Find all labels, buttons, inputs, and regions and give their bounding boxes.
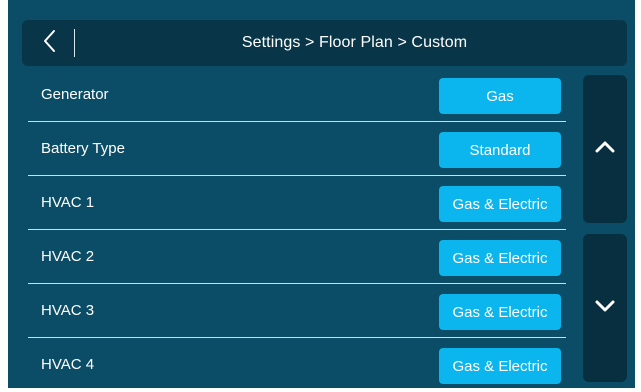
setting-label: HVAC 4 — [41, 356, 95, 373]
setting-label: Generator — [41, 86, 109, 103]
generator-value-button[interactable]: Gas — [439, 78, 561, 114]
hvac-2-value-button[interactable]: Gas & Electric — [439, 240, 561, 276]
setting-label: Battery Type — [41, 140, 125, 157]
list-item-hvac-3: HVAC 3 Gas & Electric — [28, 284, 566, 338]
breadcrumb: Settings > Floor Plan > Custom — [241, 34, 468, 51]
chevron-up-icon — [595, 140, 615, 158]
header-divider — [74, 29, 75, 57]
setting-label: HVAC 2 — [41, 248, 95, 265]
hvac-1-value-button[interactable]: Gas & Electric — [439, 186, 561, 222]
list-item-battery-type: Battery Type Standard — [28, 122, 566, 176]
settings-list: Generator Gas Battery Type Standard HVAC… — [28, 68, 566, 392]
hvac-4-value-button[interactable]: Gas & Electric — [439, 348, 561, 384]
back-button[interactable] — [22, 20, 78, 66]
setting-label: HVAC 1 — [41, 194, 95, 211]
list-item-hvac-2: HVAC 2 Gas & Electric — [28, 230, 566, 284]
chevron-down-icon — [595, 299, 615, 317]
hvac-3-value-button[interactable]: Gas & Electric — [439, 294, 561, 330]
scroll-up-button[interactable] — [583, 75, 627, 223]
header-bar: Settings > Floor Plan > Custom — [22, 20, 627, 66]
setting-label: HVAC 3 — [41, 302, 95, 319]
screen: Settings > Floor Plan > Custom Generator… — [0, 0, 641, 388]
battery-type-value-button[interactable]: Standard — [439, 132, 561, 168]
list-item-hvac-1: HVAC 1 Gas & Electric — [28, 176, 566, 230]
list-item-hvac-4: HVAC 4 Gas & Electric — [28, 338, 566, 392]
chevron-left-icon — [43, 29, 57, 58]
list-item-generator: Generator Gas — [28, 68, 566, 122]
scroll-down-button[interactable] — [583, 234, 627, 382]
